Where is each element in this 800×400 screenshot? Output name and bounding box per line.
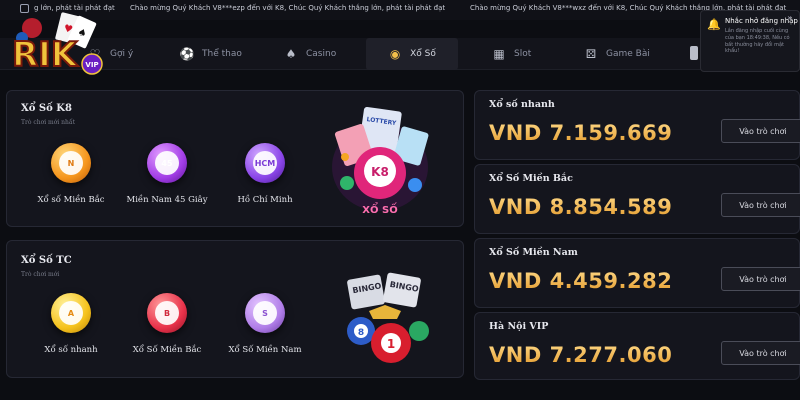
slot-machine-icon: ▦	[493, 47, 505, 61]
bell-icon: 🔔	[707, 18, 721, 31]
nav-item-the-thao[interactable]: ⚽ Thể thao	[180, 38, 260, 70]
svg-text:8: 8	[358, 328, 364, 338]
jackpot-name: Xổ Số Miền Nam	[489, 247, 578, 258]
nav-item-xo-so[interactable]: ◉ Xổ Số	[366, 38, 458, 70]
notification-title: Nhắc nhở đăng nhập	[725, 17, 798, 25]
main-nav: ♡ Gợi ý ⚽ Thể thao ♠ Casino ◉ Xổ Số ▦ Sl…	[0, 38, 800, 70]
dice-icon: ⚄	[585, 47, 597, 61]
lottery-ball-icon: 45	[147, 143, 187, 183]
nav-item-slot[interactable]: ▦ Slot	[492, 38, 552, 70]
game-xo-so-mien-bac[interactable]: B Xổ Số Miền Bắc	[117, 293, 217, 355]
marquee-text: g lớn, phát tài phát đạt	[34, 4, 115, 12]
jackpot-name: Xổ số nhanh	[489, 99, 555, 110]
game-xo-so-mien-nam[interactable]: S Xổ Số Miền Nam	[215, 293, 315, 355]
marquee-text: Chào mừng Quý Khách V8***ezp đến với K8,…	[130, 4, 446, 12]
game-ho-chi-minh[interactable]: HCM Hồ Chí Minh	[215, 143, 315, 205]
panel-subtitle: Trò chơi mới	[21, 271, 60, 278]
jackpot-amount: VND 4.459.282	[489, 269, 673, 293]
game-label: Xổ Số Miền Nam	[228, 345, 302, 355]
jackpot-amount: VND 8.854.589	[489, 195, 673, 219]
bingo-illustration: BINGO BINGO 8 1	[347, 272, 429, 363]
logo-text: RIK	[12, 35, 79, 75]
svg-text:K8: K8	[371, 165, 389, 179]
xo-so-tc-panel: Xổ Số TC Trò chơi mới A Xổ số nhanh B Xổ…	[6, 240, 464, 378]
jackpot-row-xo-so-nhanh: Xổ số nhanh VND 7.159.669 Vào trò chơi	[474, 90, 800, 160]
enter-game-button[interactable]: Vào trò chơi	[721, 119, 800, 143]
cards-icon: ♠	[285, 47, 297, 61]
nav-item-casino[interactable]: ♠ Casino	[284, 38, 354, 70]
rik-logo[interactable]: ♥ ♠ RIK VIP	[4, 12, 108, 82]
nav-label: Casino	[306, 49, 337, 59]
announcement-marquee: g lớn, phát tài phát đạt Chào mừng Quý K…	[0, 0, 800, 20]
nav-label: Game Bài	[606, 49, 650, 59]
lottery-ball-icon: B	[147, 293, 187, 333]
panel-title: Xổ Số TC	[21, 255, 72, 266]
lottery-ball-icon: S	[245, 293, 285, 333]
game-xo-so-nhanh[interactable]: A Xổ số nhanh	[21, 293, 121, 355]
game-label: Hồ Chí Minh	[237, 195, 293, 205]
close-icon[interactable]: ✕	[787, 15, 795, 23]
lottery-ball-icon: N	[51, 143, 91, 183]
game-label: Miền Nam 45 Giây	[126, 195, 208, 205]
lottery-ball-icon: HCM	[245, 143, 285, 183]
nav-label: Xổ Số	[410, 49, 436, 59]
nav-label: Gợi ý	[110, 49, 134, 59]
svg-text:1: 1	[387, 337, 395, 351]
jackpot-name: Xổ Số Miền Bắc	[489, 173, 573, 184]
notification-body: Lần đăng nhập cuối cùng của bạn 18:49:38…	[725, 28, 790, 55]
logo-badge: VIP	[85, 61, 98, 69]
panel-title: Xổ Số K8	[21, 103, 72, 114]
xo-so-k8-panel: Xổ Số K8 Trò chơi mới nhất N Xổ số Miền …	[6, 90, 464, 227]
jackpot-row-ha-noi-vip: Hà Nội VIP VND 7.277.060 Vào trò chơi	[474, 312, 800, 380]
game-label: Xổ số Miền Bắc	[37, 195, 105, 205]
jackpot-name: Hà Nội VIP	[489, 321, 549, 332]
soccer-ball-icon: ⚽	[179, 47, 195, 61]
enter-game-button[interactable]: Vào trò chơi	[721, 341, 800, 365]
nav-item-game-bai[interactable]: ⚄ Game Bài	[584, 38, 664, 70]
jackpot-row-xo-so-mien-nam: Xổ Số Miền Nam VND 4.459.282 Vào trò chơ…	[474, 238, 800, 308]
game-xo-so-mien-bac[interactable]: N Xổ số Miền Bắc	[21, 143, 121, 205]
more-nav-icon[interactable]	[690, 46, 698, 60]
jackpot-row-xo-so-mien-bac: Xổ Số Miền Bắc VND 8.854.589 Vào trò chơ…	[474, 164, 800, 234]
k8-lottery-illustration: LOTTERY K8 XỔ SỐ	[332, 106, 429, 216]
lottery-ball-icon: A	[51, 293, 91, 333]
lottery-ball-icon: ◉	[389, 47, 401, 61]
login-reminder-popup: 🔔 ✕ Nhắc nhở đăng nhập Lần đăng nhập cuố…	[700, 10, 800, 72]
game-label: Xổ số nhanh	[44, 345, 98, 355]
game-label: Xổ Số Miền Bắc	[132, 345, 202, 355]
panel-subtitle: Trò chơi mới nhất	[21, 119, 75, 126]
game-mien-nam-45-giay[interactable]: 45 Miền Nam 45 Giây	[117, 143, 217, 205]
enter-game-button[interactable]: Vào trò chơi	[721, 193, 800, 217]
jackpot-amount: VND 7.277.060	[489, 343, 673, 367]
jackpot-amount: VND 7.159.669	[489, 121, 673, 145]
enter-game-button[interactable]: Vào trò chơi	[721, 267, 800, 291]
nav-label: Slot	[514, 49, 532, 59]
nav-label: Thể thao	[202, 49, 242, 59]
